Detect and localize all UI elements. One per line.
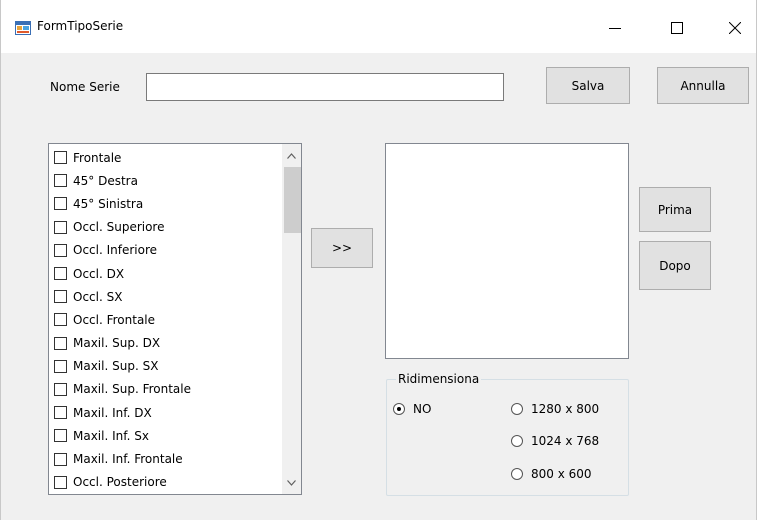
maximize-icon: [671, 22, 683, 34]
list-item-label: Maxil. Inf. Frontale: [73, 452, 183, 467]
list-item-label: Maxil. Sup. DX: [73, 336, 161, 351]
scroll-thumb[interactable]: [284, 167, 301, 233]
list-item-label: Occl. Inferiore: [73, 243, 158, 258]
salva-button[interactable]: Salva: [546, 67, 630, 104]
move-right-button[interactable]: >>: [311, 228, 373, 268]
checkbox-icon[interactable]: [54, 151, 67, 165]
maximize-button[interactable]: [655, 10, 699, 46]
list-item[interactable]: Occl. Posteriore: [49, 471, 281, 494]
checkbox-icon[interactable]: [54, 174, 67, 188]
list-item[interactable]: Occl. Superiore: [49, 216, 281, 239]
radio-label: NO: [413, 402, 432, 416]
checkbox-icon[interactable]: [54, 452, 67, 466]
radio-label: 1024 x 768: [531, 434, 600, 448]
title-bar[interactable]: FormTipoSerie: [1, 0, 756, 53]
list-item-label: 45° Sinistra: [73, 196, 144, 211]
list-item[interactable]: Occl. DX: [49, 262, 281, 285]
list-item[interactable]: 45° Sinistra: [49, 192, 281, 215]
list-item[interactable]: Occl. Inferiore: [49, 239, 281, 262]
checkbox-icon[interactable]: [54, 406, 67, 420]
list-item[interactable]: 45° Destra: [49, 169, 281, 192]
list-item-label: Occl. Frontale: [73, 312, 156, 327]
list-item-label: Maxil. Sup. Frontale: [73, 382, 191, 397]
checkbox-icon[interactable]: [54, 429, 67, 443]
radio-circle-icon: [511, 468, 523, 480]
radio-circle-icon: [393, 403, 405, 415]
radio-circle-icon: [511, 435, 523, 447]
list-item[interactable]: Frontale: [49, 146, 281, 169]
scroll-up-icon[interactable]: [282, 146, 301, 165]
list-item-label: Maxil. Inf. DX: [73, 405, 152, 420]
list-item-label: Occl. DX: [73, 266, 125, 281]
form-window: FormTipoSerie Nome Serie Salva Annulla F…: [0, 0, 757, 520]
radio-label: 800 x 600: [531, 467, 592, 481]
checkbox-icon[interactable]: [54, 475, 67, 489]
list-item[interactable]: Maxil. Sup. DX: [49, 332, 281, 355]
series-type-checklist[interactable]: Frontale 45° Destra 45° Sinistra Occl. Supe…: [48, 143, 302, 495]
checkbox-icon[interactable]: [54, 243, 67, 257]
list-item[interactable]: Maxil. Sup. Frontale: [49, 378, 281, 401]
close-button[interactable]: [713, 10, 757, 46]
dopo-button[interactable]: Dopo: [639, 241, 711, 290]
checkbox-icon[interactable]: [54, 267, 67, 281]
radio-1280x800[interactable]: 1280 x 800: [511, 402, 599, 416]
nome-serie-label: Nome Serie: [50, 80, 120, 94]
list-item-label: 45° Destra: [73, 173, 138, 188]
nome-serie-input[interactable]: [146, 73, 504, 101]
window-title: FormTipoSerie: [37, 19, 124, 33]
minimize-button[interactable]: [593, 10, 637, 46]
checkbox-icon[interactable]: [54, 336, 67, 350]
radio-circle-icon: [511, 403, 523, 415]
radio-1024x768[interactable]: 1024 x 768: [511, 434, 599, 448]
list-item-label: Occl. Posteriore: [73, 475, 167, 490]
list-item-label: Maxil. Sup. SX: [73, 359, 159, 374]
radio-800x600[interactable]: 800 x 600: [511, 467, 592, 481]
radio-label: 1280 x 800: [531, 402, 600, 416]
list-item[interactable]: Maxil. Inf. Sx: [49, 424, 281, 447]
list-item-label: Frontale: [73, 150, 122, 165]
list-scrollbar[interactable]: [282, 144, 301, 494]
scroll-down-icon[interactable]: [282, 473, 301, 492]
checkbox-icon[interactable]: [54, 359, 67, 373]
app-icon: [15, 20, 31, 36]
list-item[interactable]: Maxil. Inf. Frontale: [49, 447, 281, 470]
list-item-label: Occl. SX: [73, 289, 123, 304]
checkbox-icon[interactable]: [54, 382, 67, 396]
radio-no[interactable]: NO: [393, 402, 431, 416]
checkbox-icon[interactable]: [54, 290, 67, 304]
list-item[interactable]: Occl. Frontale: [49, 308, 281, 331]
list-item[interactable]: Maxil. Sup. SX: [49, 355, 281, 378]
list-item-label: Maxil. Inf. Sx: [73, 428, 149, 443]
checkbox-icon[interactable]: [54, 313, 67, 327]
selected-series-list[interactable]: [385, 143, 629, 359]
ridimensiona-legend: Ridimensiona: [396, 372, 482, 386]
list-item-label: Occl. Superiore: [73, 220, 165, 235]
minimize-icon: [609, 22, 621, 34]
close-icon: [729, 22, 741, 34]
prima-button[interactable]: Prima: [639, 187, 711, 232]
checkbox-icon[interactable]: [54, 220, 67, 234]
checkbox-icon[interactable]: [54, 197, 67, 211]
list-item[interactable]: Maxil. Inf. DX: [49, 401, 281, 424]
annulla-button[interactable]: Annulla: [657, 67, 749, 104]
list-item[interactable]: Occl. SX: [49, 285, 281, 308]
